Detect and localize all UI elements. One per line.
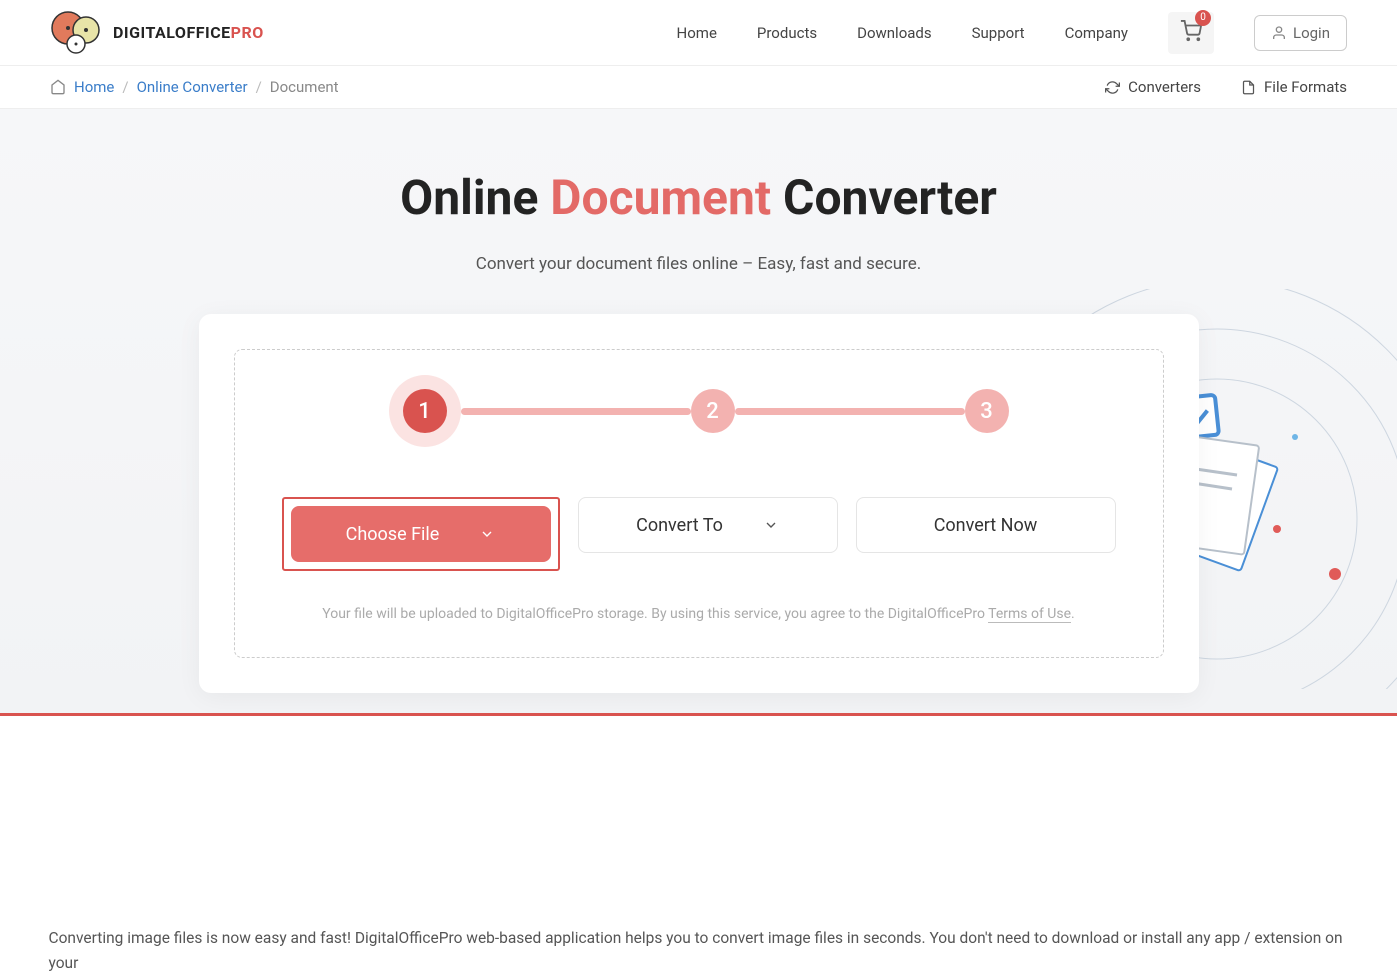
step-1: 1 (403, 389, 447, 433)
choose-file-label: Choose File (346, 524, 440, 545)
subnav-formats[interactable]: File Formats (1241, 78, 1347, 96)
hero-section: Online Document Converter Convert your d… (0, 109, 1397, 716)
nav-support[interactable]: Support (972, 24, 1025, 42)
logo-text: DIGITALOFFICEPRO (113, 23, 264, 42)
chevron-down-icon (479, 526, 495, 542)
step-1-wrap: 1 (389, 375, 461, 447)
cart-button[interactable]: 0 (1168, 12, 1214, 54)
description-text: Converting image files is now easy and f… (49, 926, 1349, 976)
subnav-converters[interactable]: Converters (1105, 78, 1201, 96)
breadcrumb-sep: / (256, 78, 262, 96)
convert-to-label: Convert To (636, 515, 723, 536)
stepper: 1 2 3 (265, 375, 1133, 447)
page-title: Online Document Converter (0, 169, 1397, 226)
nav-products[interactable]: Products (757, 24, 817, 42)
converter-card: 1 2 3 Choose File Convert To (199, 314, 1199, 693)
choose-file-button[interactable]: Choose File (291, 506, 551, 562)
user-icon (1271, 25, 1287, 41)
main-nav: Home Products Downloads Support Company … (677, 12, 1347, 54)
convert-to-dropdown[interactable]: Convert To (578, 497, 838, 553)
step-line (461, 408, 691, 415)
step-3: 3 (965, 389, 1009, 433)
logo-icon (50, 10, 105, 55)
file-icon (1241, 80, 1256, 95)
login-label: Login (1293, 24, 1330, 42)
breadcrumb-converter[interactable]: Online Converter (137, 78, 248, 96)
convert-now-button[interactable]: Convert Now (856, 497, 1116, 553)
action-row: Choose File Convert To Convert Now (265, 497, 1133, 571)
nav-downloads[interactable]: Downloads (857, 24, 932, 42)
step-line (735, 408, 965, 415)
nav-home[interactable]: Home (677, 24, 717, 42)
main-header: DIGITALOFFICEPRO Home Products Downloads… (0, 0, 1397, 66)
sub-header: Home / Online Converter / Document Conve… (0, 66, 1397, 109)
converter-card-inner: 1 2 3 Choose File Convert To (234, 349, 1164, 658)
subnav: Converters File Formats (1105, 78, 1347, 96)
cart-badge: 0 (1195, 10, 1211, 26)
page-subtitle: Convert your document files online – Eas… (0, 254, 1397, 274)
terms-link[interactable]: Terms of Use (988, 606, 1071, 623)
breadcrumb: Home / Online Converter / Document (50, 78, 339, 96)
nav-company[interactable]: Company (1065, 24, 1128, 42)
fineprint: Your file will be uploaded to DigitalOff… (265, 606, 1133, 622)
brand-logo[interactable]: DIGITALOFFICEPRO (50, 10, 264, 55)
breadcrumb-sep: / (122, 78, 128, 96)
breadcrumb-current: Document (270, 78, 339, 96)
refresh-icon (1105, 80, 1120, 95)
convert-now-label: Convert Now (934, 515, 1038, 536)
login-button[interactable]: Login (1254, 15, 1347, 51)
step-2: 2 (691, 389, 735, 433)
choose-file-highlight: Choose File (282, 497, 560, 571)
home-icon (50, 79, 66, 95)
breadcrumb-home[interactable]: Home (74, 78, 114, 96)
chevron-down-icon (763, 517, 779, 533)
